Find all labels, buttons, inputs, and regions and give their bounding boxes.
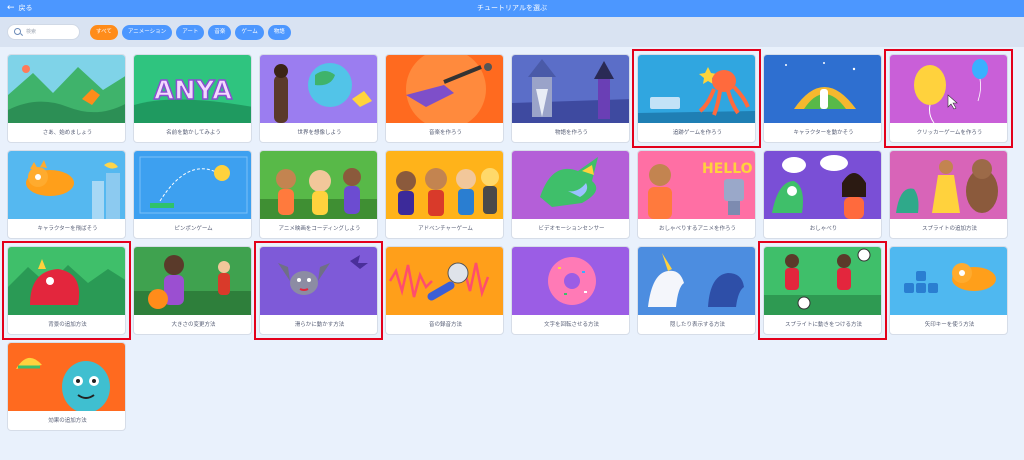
spin-text-thumbnail bbox=[512, 247, 629, 315]
add-sprite-thumbnail bbox=[890, 151, 1007, 219]
chase-game-thumbnail bbox=[638, 55, 755, 123]
top-bar: ← 戻る チュートリアルを選ぶ bbox=[0, 0, 1024, 17]
tutorial-label: 追跡ゲームを作ろう bbox=[672, 130, 723, 136]
tutorial-label: さあ、始めましょう bbox=[42, 130, 93, 136]
tutorial-label: 世界を想像しよう bbox=[297, 130, 342, 136]
tutorial-card-talking[interactable]: おしゃべり bbox=[763, 150, 882, 239]
tutorial-card-code-cartoon[interactable]: アニメ映画をコーディングしよう bbox=[259, 150, 378, 239]
hide-show-thumbnail bbox=[638, 247, 755, 315]
video-sensing-thumbnail bbox=[512, 151, 629, 219]
make-music-thumbnail bbox=[386, 55, 503, 123]
talking-thumbnail bbox=[764, 151, 881, 219]
animate-talking-thumbnail: HELLO bbox=[638, 151, 755, 219]
glide-around-thumbnail bbox=[260, 247, 377, 315]
tutorial-card-animate-character[interactable]: キャラクターを動かそう bbox=[763, 54, 882, 143]
tutorial-card-make-fly[interactable]: キャラクターを飛ばそう bbox=[7, 150, 126, 239]
tutorial-label: 音楽を作ろう bbox=[428, 130, 462, 136]
tutorial-label: おしゃべりするアニメを作ろう bbox=[659, 226, 736, 232]
make-fly-thumbnail bbox=[8, 151, 125, 219]
tutorial-label: 滑らかに動かす方法 bbox=[294, 322, 345, 328]
tutorial-label: 音の録音方法 bbox=[428, 322, 462, 328]
tutorial-label: ビデオモーションセンサー bbox=[538, 226, 605, 232]
tutorial-card-imagine-world[interactable]: 世界を想像しよう bbox=[259, 54, 378, 143]
tutorial-label: 名前を動かしてみよう bbox=[166, 130, 221, 136]
search-box[interactable] bbox=[7, 24, 80, 40]
tutorial-card-clicker-game[interactable]: クリッカーゲームを作ろう bbox=[889, 54, 1008, 143]
hello-art-text: HELLO bbox=[702, 161, 753, 177]
pong-game-thumbnail bbox=[134, 151, 251, 219]
tutorial-label: 効果の追加方法 bbox=[48, 418, 87, 424]
search-icon bbox=[14, 28, 21, 35]
tutorial-label: 大きさの変更方法 bbox=[171, 322, 216, 328]
tutorial-label: ピンポンゲーム bbox=[174, 226, 213, 232]
tutorial-card-video-sensing[interactable]: ビデオモーションセンサー bbox=[511, 150, 630, 239]
filter-bar: すべて アニメーション アート 音楽 ゲーム 物語 bbox=[0, 17, 1024, 47]
tutorial-card-glide-around[interactable]: 滑らかに動かす方法 bbox=[259, 246, 378, 335]
change-size-thumbnail bbox=[134, 247, 251, 315]
tutorial-card-change-size[interactable]: 大きさの変更方法 bbox=[133, 246, 252, 335]
imagine-world-thumbnail bbox=[260, 55, 377, 123]
page-title: チュートリアルを選ぶ bbox=[477, 4, 547, 12]
code-cartoon-thumbnail bbox=[260, 151, 377, 219]
getting-started-thumbnail bbox=[8, 55, 125, 123]
tag-games[interactable]: ゲーム bbox=[235, 25, 264, 40]
tutorial-label: 文字を回転させる方法 bbox=[543, 322, 599, 328]
adventure-game-thumbnail bbox=[386, 151, 503, 219]
tag-animation[interactable]: アニメーション bbox=[121, 25, 173, 40]
tutorial-card-chase-game[interactable]: 追跡ゲームを作ろう bbox=[637, 54, 756, 143]
tutorial-label: 背景の追加方法 bbox=[48, 322, 87, 328]
add-backdrop-thumbnail bbox=[8, 247, 125, 315]
tutorial-label: 隠したり表示する方法 bbox=[669, 322, 725, 328]
tutorial-label: キャラクターを飛ばそう bbox=[37, 226, 98, 232]
tag-list: すべて アニメーション アート 音楽 ゲーム 物語 bbox=[90, 25, 291, 40]
tutorial-label: アニメ映画をコーディングしよう bbox=[278, 226, 361, 232]
tutorial-card-pong-game[interactable]: ピンポンゲーム bbox=[133, 150, 252, 239]
tutorial-label: スプライトの追加方法 bbox=[921, 226, 977, 232]
tutorial-card-create-story[interactable]: 物語を作ろう bbox=[511, 54, 630, 143]
tutorial-card-animate-talking[interactable]: HELLO おしゃべりするアニメを作ろう bbox=[637, 150, 756, 239]
tutorial-card-adventure-game[interactable]: アドベンチャーゲーム bbox=[385, 150, 504, 239]
tutorial-card-record-sound[interactable]: 音の録音方法 bbox=[385, 246, 504, 335]
tag-stories[interactable]: 物語 bbox=[267, 25, 291, 40]
tutorial-label: クリッカーゲームを作ろう bbox=[916, 130, 983, 136]
tag-all[interactable]: すべて bbox=[90, 25, 118, 40]
tutorial-card-spin-text[interactable]: 文字を回転させる方法 bbox=[511, 246, 630, 335]
animate-sprite-thumbnail bbox=[764, 247, 881, 315]
tutorial-grid: さあ、始めましょう ANYA 名前を動かしてみよう 世界を想像しよう 音楽を作ろ… bbox=[2, 49, 1013, 444]
tutorial-card-getting-started[interactable]: さあ、始めましょう bbox=[7, 54, 126, 143]
tutorial-label: 矢印キーを使う方法 bbox=[924, 322, 975, 328]
clicker-game-thumbnail bbox=[890, 55, 1007, 123]
tutorial-label: 物語を作ろう bbox=[554, 130, 588, 136]
tutorial-card-add-effects[interactable]: 効果の追加方法 bbox=[7, 342, 126, 431]
tutorial-card-animate-name[interactable]: ANYA 名前を動かしてみよう bbox=[133, 54, 252, 143]
tutorial-label: キャラクターを動かそう bbox=[793, 130, 854, 136]
tutorial-card-add-sprite[interactable]: スプライトの追加方法 bbox=[889, 150, 1008, 239]
add-effects-thumbnail bbox=[8, 343, 125, 411]
tutorial-card-add-backdrop[interactable]: 背景の追加方法 bbox=[7, 246, 126, 335]
animate-character-thumbnail bbox=[764, 55, 881, 123]
tag-art[interactable]: アート bbox=[176, 25, 205, 40]
create-story-thumbnail bbox=[512, 55, 629, 123]
tag-music[interactable]: 音楽 bbox=[208, 25, 232, 40]
arrow-keys-thumbnail bbox=[890, 247, 1007, 315]
record-sound-thumbnail bbox=[386, 247, 503, 315]
tutorial-card-make-music[interactable]: 音楽を作ろう bbox=[385, 54, 504, 143]
animate-name-thumbnail: ANYA bbox=[134, 55, 251, 123]
tutorial-label: アドベンチャーゲーム bbox=[418, 226, 473, 232]
tutorial-card-arrow-keys[interactable]: 矢印キーを使う方法 bbox=[889, 246, 1008, 335]
tutorial-card-animate-sprite[interactable]: スプライトに動きをつける方法 bbox=[763, 246, 882, 335]
tutorial-label: おしゃべり bbox=[809, 226, 838, 232]
anya-art-text: ANYA bbox=[154, 76, 232, 106]
tutorial-label: スプライトに動きをつける方法 bbox=[784, 322, 862, 328]
tutorial-card-hide-show[interactable]: 隠したり表示する方法 bbox=[637, 246, 756, 335]
search-input[interactable] bbox=[26, 26, 76, 38]
